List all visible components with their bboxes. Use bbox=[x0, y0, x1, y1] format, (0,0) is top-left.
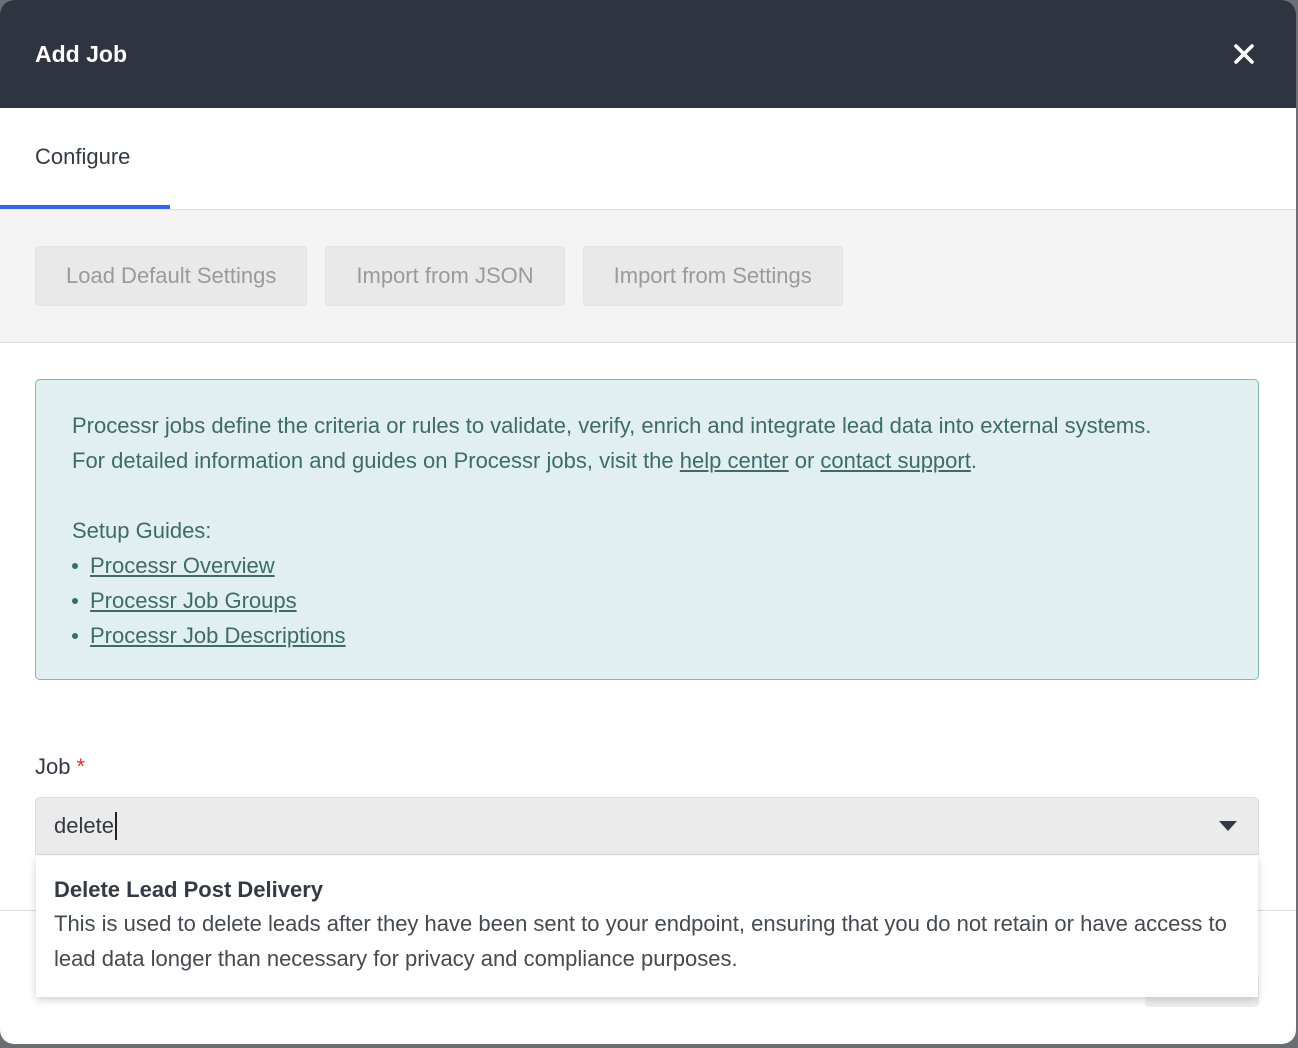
option-description: This is used to delete leads after they … bbox=[54, 911, 1227, 971]
info-help-line: For detailed information and guides on P… bbox=[72, 443, 1222, 478]
chevron-down-icon[interactable] bbox=[1218, 819, 1238, 837]
job-label-text: Job bbox=[35, 754, 71, 779]
required-marker: * bbox=[76, 754, 86, 779]
info-period: . bbox=[970, 448, 977, 473]
contact-support-link[interactable]: contact support bbox=[820, 448, 970, 473]
add-job-modal: Add Job Configure Load Default Settings … bbox=[0, 0, 1296, 1044]
job-select-input[interactable]: delete bbox=[35, 797, 1259, 855]
list-item: Processr Job Groups bbox=[72, 583, 1222, 618]
list-item: Processr Overview bbox=[72, 548, 1222, 583]
job-dropdown-menu: Delete Lead Post Delivery This is used t… bbox=[36, 856, 1258, 997]
modal-header: Add Job bbox=[0, 0, 1296, 108]
info-callout: Processr jobs define the criteria or rul… bbox=[35, 379, 1259, 680]
modal-title: Add Job bbox=[35, 40, 127, 67]
processr-job-groups-link[interactable]: Processr Job Groups bbox=[90, 588, 297, 613]
info-help-prefix: For detailed information and guides on P… bbox=[72, 448, 680, 473]
import-from-settings-button[interactable]: Import from Settings bbox=[582, 246, 843, 306]
close-icon[interactable] bbox=[1227, 37, 1261, 71]
list-item: Processr Job Descriptions bbox=[72, 618, 1222, 653]
help-center-link[interactable]: help center bbox=[680, 448, 789, 473]
setup-guides-heading: Setup Guides: bbox=[72, 518, 212, 543]
processr-overview-link[interactable]: Processr Overview bbox=[90, 553, 275, 578]
option-title: Delete Lead Post Delivery bbox=[54, 877, 324, 902]
dropdown-option[interactable]: Delete Lead Post Delivery This is used t… bbox=[54, 874, 1240, 976]
tab-configure[interactable]: Configure bbox=[0, 108, 170, 209]
setup-guides-list: Processr Overview Processr Job Groups Pr… bbox=[72, 548, 1222, 653]
job-field-label: Job * bbox=[35, 754, 85, 780]
processr-job-descriptions-link[interactable]: Processr Job Descriptions bbox=[90, 623, 346, 648]
job-search-value[interactable]: delete bbox=[54, 813, 114, 839]
import-from-json-button[interactable]: Import from JSON bbox=[325, 246, 565, 306]
settings-toolbar: Load Default Settings Import from JSON I… bbox=[0, 210, 1296, 343]
text-cursor bbox=[114, 812, 117, 840]
info-or-text: or bbox=[788, 448, 821, 473]
info-description: Processr jobs define the criteria or rul… bbox=[72, 413, 1152, 438]
load-default-settings-button[interactable]: Load Default Settings bbox=[35, 246, 308, 306]
tab-bar: Configure bbox=[0, 108, 1296, 210]
